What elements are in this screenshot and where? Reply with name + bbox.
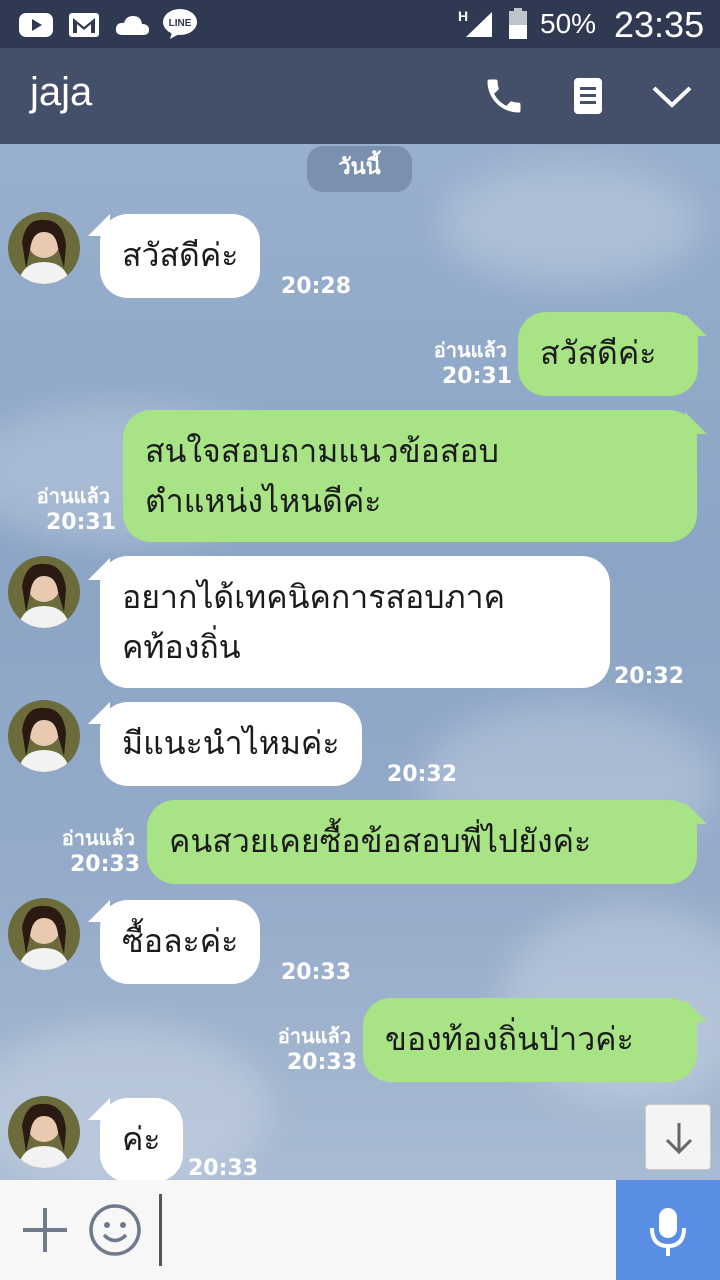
microphone-icon [650,1208,686,1256]
svg-text:LINE: LINE [169,18,192,29]
message-bubble[interactable]: สวัสดีค่ะ [100,214,261,298]
gmail-icon [68,12,100,42]
signal-icon [464,10,494,42]
message-bubble[interactable]: สวัสดีค่ะ [518,312,698,396]
cloud-icon [114,14,150,40]
microphone-button[interactable] [616,1180,720,1280]
message-text: มีแนะนำไหมค่ะ [122,724,340,762]
message-bubble[interactable]: ของท้องถิ่นป่าวค่ะ [363,998,697,1082]
arrow-down-icon [665,1123,693,1155]
date-separator: วันนี้ [307,146,412,192]
message-bubble[interactable]: มีแนะนำไหมค่ะ [100,702,362,786]
avatar[interactable] [8,556,80,628]
emoji-icon[interactable] [88,1203,142,1257]
read-receipt: อ่านแล้ว [61,826,135,850]
plus-icon[interactable] [20,1205,70,1255]
message-time: 20:31 [46,510,117,535]
avatar[interactable] [8,898,80,970]
avatar[interactable] [8,212,80,284]
message-time: 20:32 [387,762,458,787]
chat-area[interactable]: วันนี้ สวัสดีค่ะ 20:28 อ่านแล้ว 20:31 สว… [0,144,720,1180]
avatar[interactable] [8,700,80,772]
message-text-line: ตำแหน่งไหนดีค่ะ [145,482,382,520]
message-text: สวัสดีค่ะ [122,236,239,274]
message-text-line: คท้องถิ่น [122,628,241,666]
contact-name[interactable]: jaja [30,70,92,115]
message-text: สวัสดีค่ะ [540,334,657,372]
message-text: ของท้องถิ่นป่าวค่ะ [385,1020,634,1058]
message-time: 20:31 [442,364,513,389]
message-text-line: สนใจสอบถามแนวข้อสอบ [145,432,499,470]
message-input-bar [0,1180,720,1280]
status-bar: LINE H 50% 23:35 [0,0,720,48]
scroll-to-bottom-button[interactable] [645,1104,711,1170]
message-bubble[interactable]: ซื้อละค่ะ [100,900,261,984]
battery-percent: 50% [540,8,597,39]
message-time: 20:33 [188,1156,259,1180]
clock: 23:35 [614,4,705,45]
message-bubble[interactable]: อยากได้เทคนิคการสอบภาค คท้องถิ่น [100,556,610,688]
line-icon: LINE [162,8,198,44]
avatar[interactable] [8,1096,80,1168]
message-bubble[interactable]: สนใจสอบถามแนวข้อสอบ ตำแหน่งไหนดีค่ะ [123,410,697,542]
message-time: 20:33 [287,1050,358,1075]
youtube-icon [18,12,54,42]
text-input[interactable] [159,1194,162,1266]
message-text: คนสวยเคยซื้อข้อสอบพี่ไปยังค่ะ [169,822,592,860]
chevron-down-icon[interactable] [650,74,694,118]
message-time: 20:33 [281,960,352,985]
read-receipt: อ่านแล้ว [277,1024,351,1048]
message-time: 20:32 [614,664,685,689]
read-receipt: อ่านแล้ว [433,338,507,362]
message-text: ค่ะ [122,1120,161,1158]
chat-header: jaja [0,48,720,144]
message-text-line: อยากได้เทคนิคการสอบภาค [122,578,505,616]
message-time: 20:33 [70,852,141,877]
notes-icon[interactable] [566,74,610,118]
message-time: 20:28 [281,274,352,299]
read-receipt: อ่านแล้ว [36,484,110,508]
phone-icon[interactable] [482,74,526,118]
battery-icon [508,8,528,44]
message-text: ซื้อละค่ะ [122,922,239,960]
message-bubble[interactable]: ค่ะ [100,1098,183,1180]
message-bubble[interactable]: คนสวยเคยซื้อข้อสอบพี่ไปยังค่ะ [147,800,697,884]
